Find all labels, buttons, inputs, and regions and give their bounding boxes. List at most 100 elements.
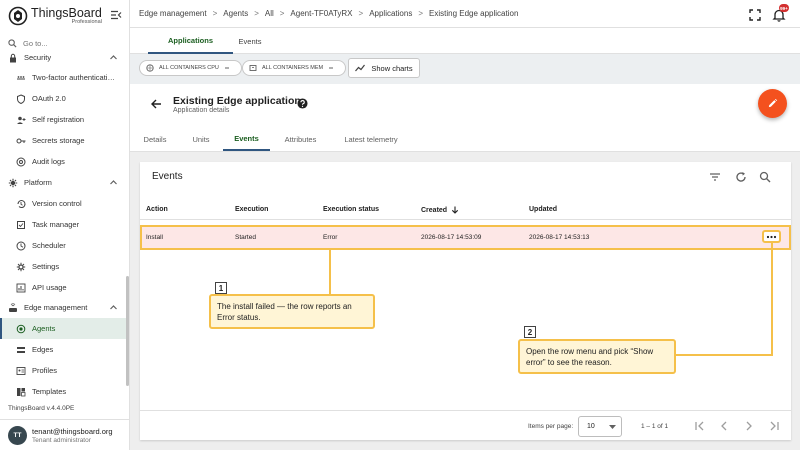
history-icon bbox=[17, 199, 26, 208]
insert-chart-icon bbox=[16, 283, 26, 292]
column-updated[interactable]: Updated bbox=[529, 206, 557, 213]
edge-icon bbox=[17, 346, 25, 353]
sidebar-item-templates[interactable]: Templates bbox=[0, 381, 126, 402]
sidebar-item-secrets-storage[interactable]: Secrets storage bbox=[0, 130, 126, 151]
agent-icon bbox=[16, 324, 26, 333]
cell-execution-status: Error bbox=[323, 234, 338, 241]
breadcrumb-separator: > bbox=[358, 9, 364, 18]
sidebar-item-label: Two-factor authenticati… bbox=[32, 73, 115, 82]
sidebar-item-label: Scheduler bbox=[32, 241, 66, 250]
first-page-icon[interactable] bbox=[694, 420, 706, 432]
row-more-button[interactable] bbox=[762, 230, 781, 243]
column-created-label: Created bbox=[421, 206, 448, 214]
sidebar-item-settings[interactable]: Settings bbox=[0, 256, 126, 277]
help-icon[interactable] bbox=[297, 98, 308, 109]
column-execution-status[interactable]: Execution status bbox=[323, 206, 379, 213]
fullscreen-icon[interactable] bbox=[749, 9, 761, 21]
sidebar-item-agents[interactable]: Agents bbox=[0, 318, 126, 339]
search-icon[interactable] bbox=[759, 171, 771, 183]
cpu-chip-label: ALL CONTAINERS CPU bbox=[159, 65, 219, 71]
sidebar-item-two-factor-authenticati[interactable]: Two-factor authenticati… bbox=[0, 67, 126, 88]
user-menu[interactable]: TT tenant@thingsboard.org Tenant adminis… bbox=[0, 419, 130, 450]
sidebar-item-security[interactable]: Security bbox=[0, 50, 126, 68]
cell-updated: 2026-08-17 14:53:13 bbox=[529, 234, 590, 241]
lock-icon bbox=[10, 53, 16, 62]
sidebar-item-label: Platform bbox=[24, 178, 52, 187]
cpu-chip[interactable]: ALL CONTAINERS CPU bbox=[139, 60, 242, 76]
sidebar-item-label: Templates bbox=[32, 387, 67, 396]
profile-icon bbox=[16, 366, 26, 375]
column-created[interactable]: Created bbox=[421, 206, 459, 214]
user-email: tenant@thingsboard.org bbox=[32, 426, 113, 436]
items-per-page-select[interactable]: 10 bbox=[578, 416, 622, 437]
minus-icon bbox=[224, 67, 229, 69]
breadcrumb-item[interactable]: All bbox=[265, 9, 274, 18]
sidebar-item-label: Audit logs bbox=[32, 157, 65, 166]
password-icon bbox=[17, 75, 25, 79]
annotation-number-1: 1 bbox=[215, 282, 227, 294]
next-page-icon[interactable] bbox=[743, 420, 755, 432]
page-title: Existing Edge application bbox=[173, 95, 301, 107]
sidebar-item-profiles[interactable]: Profiles bbox=[0, 360, 126, 381]
page-subtitle: Application details bbox=[173, 107, 230, 114]
chevron-up-icon[interactable] bbox=[109, 303, 118, 312]
tab-details[interactable]: Details bbox=[139, 127, 171, 151]
arrow-back-icon[interactable] bbox=[150, 98, 162, 110]
chevron-up-icon[interactable] bbox=[109, 53, 118, 62]
sidebar-nav: Security Two-factor authenticati… OAuth 2.… bbox=[0, 50, 126, 402]
breadcrumb-item[interactable]: Agent-TF0ATyRX bbox=[290, 9, 352, 18]
thingsboard-logo-icon bbox=[8, 6, 28, 26]
tab-units[interactable]: Units bbox=[186, 127, 216, 151]
more-horiz-icon bbox=[766, 235, 777, 238]
menu-toggle-icon[interactable] bbox=[110, 9, 122, 21]
tab-attributes[interactable]: Attributes bbox=[278, 127, 323, 151]
top-tabs: Applications Events bbox=[130, 28, 800, 54]
tab-events-detail[interactable]: Events bbox=[223, 127, 270, 151]
sidebar-item-audit-logs[interactable]: Audit logs bbox=[0, 151, 126, 172]
sidebar-item-self-registration[interactable]: Self registration bbox=[0, 109, 126, 130]
logo[interactable]: ThingsBoard Professional bbox=[8, 6, 126, 26]
edit-fab-button[interactable] bbox=[758, 89, 787, 118]
annotation-callout-1: The install failed — the row reports an … bbox=[209, 294, 375, 329]
column-action[interactable]: Action bbox=[146, 206, 168, 213]
sidebar-item-version-control[interactable]: Version control bbox=[0, 193, 126, 214]
last-page-icon[interactable] bbox=[768, 420, 780, 432]
filter-icon[interactable] bbox=[709, 171, 721, 183]
person-add-icon bbox=[17, 116, 26, 124]
sidebar-item-label: Version control bbox=[32, 199, 82, 208]
sidebar-item-label: Agents bbox=[32, 324, 56, 333]
chevron-up-icon[interactable] bbox=[109, 178, 118, 187]
tab-latest-telemetry[interactable]: Latest telemetry bbox=[337, 127, 405, 151]
show-charts-label: Show charts bbox=[371, 63, 413, 73]
cpu-icon bbox=[146, 64, 154, 72]
brand-edition: Professional bbox=[71, 19, 102, 25]
sidebar-item-api-usage[interactable]: API usage bbox=[0, 277, 126, 298]
goto-search[interactable]: Go to... bbox=[8, 36, 122, 50]
minus-icon bbox=[329, 67, 334, 69]
sidebar-item-platform[interactable]: Platform bbox=[0, 172, 126, 193]
sidebar-item-oauth-2-0[interactable]: OAuth 2.0 bbox=[0, 88, 126, 109]
refresh-icon[interactable] bbox=[735, 171, 747, 183]
sidebar-item-edge-management[interactable]: Edge management bbox=[0, 297, 126, 318]
mem-chip-label: ALL CONTAINERS MEM bbox=[262, 65, 324, 71]
schedule-icon bbox=[16, 241, 26, 250]
edit-icon bbox=[768, 98, 778, 108]
page-range: 1 – 1 of 1 bbox=[641, 423, 669, 430]
sidebar-scrollbar[interactable] bbox=[126, 276, 129, 386]
sidebar-item-label: Edges bbox=[32, 345, 54, 354]
app-version: ThingsBoard v.4.4.0PE bbox=[8, 405, 75, 412]
tab-events[interactable]: Events bbox=[220, 28, 280, 54]
breadcrumb-item[interactable]: Applications bbox=[369, 9, 412, 18]
events-title: Events bbox=[152, 171, 183, 182]
show-charts-button[interactable]: Show charts bbox=[348, 58, 420, 78]
template-icon bbox=[17, 387, 26, 396]
sidebar-item-scheduler[interactable]: Scheduler bbox=[0, 235, 126, 256]
sidebar-item-task-manager[interactable]: Task manager bbox=[0, 214, 126, 235]
breadcrumb-item[interactable]: Agents bbox=[223, 9, 248, 18]
mem-chip[interactable]: ALL CONTAINERS MEM bbox=[242, 60, 347, 76]
previous-page-icon[interactable] bbox=[718, 420, 730, 432]
breadcrumb-item[interactable]: Edge management bbox=[139, 9, 207, 18]
column-execution[interactable]: Execution bbox=[235, 206, 268, 213]
sidebar-item-edges[interactable]: Edges bbox=[0, 339, 126, 360]
breadcrumb-separator: > bbox=[212, 9, 218, 18]
